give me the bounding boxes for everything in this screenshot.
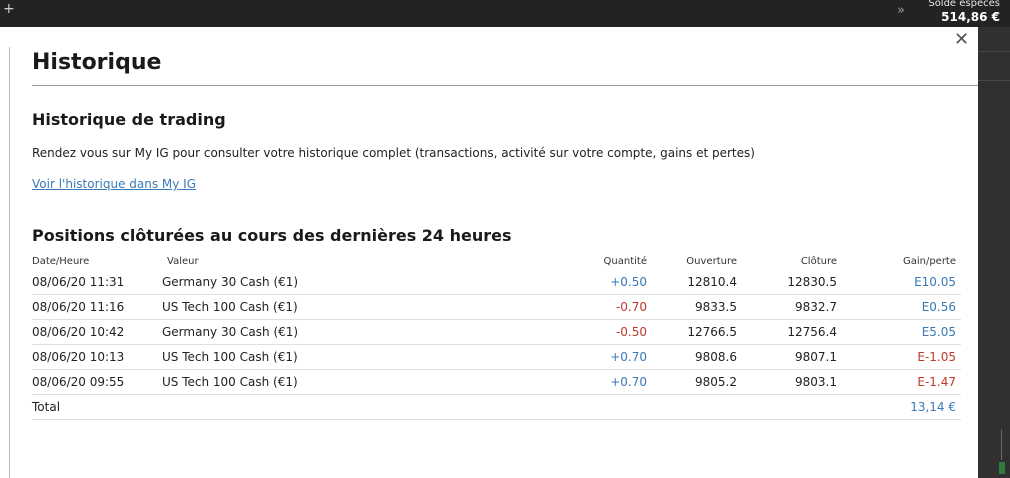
column-header-gain: Gain/perte (902, 256, 956, 267)
row-gain: E5.05 (921, 325, 956, 339)
row-close-price: 9832.7 (795, 300, 837, 314)
table-header: Date/Heure Valeur Quantité Ouverture Clô… (32, 253, 961, 270)
add-tab-icon[interactable]: + (3, 1, 15, 17)
row-open-price: 12810.4 (687, 275, 737, 289)
top-bar: + » Solde espèces 514,86 € (0, 0, 1010, 27)
table-row: 08/06/20 10:42 Germany 30 Cash (€1) -0.5… (32, 320, 961, 345)
row-close-price: 9803.1 (795, 375, 837, 389)
row-date: 08/06/20 10:13 (32, 350, 125, 364)
total-label: Total (32, 400, 61, 414)
row-open-price: 9808.6 (695, 350, 737, 364)
close-icon[interactable]: ✕ (954, 30, 969, 50)
trading-history-heading: Historique de trading (32, 110, 226, 129)
closed-positions-heading: Positions clôturées au cours des dernièr… (32, 226, 512, 245)
row-quantity: +0.50 (610, 275, 647, 289)
column-header-value: Valeur (167, 256, 199, 267)
cash-balance-value: 514,86 € (941, 10, 1000, 24)
row-instrument: US Tech 100 Cash (€1) (162, 300, 298, 314)
row-gain: E10.05 (914, 275, 956, 289)
double-chevron-right-icon[interactable]: » (897, 4, 905, 18)
row-quantity: -0.50 (615, 325, 647, 339)
view-history-link[interactable]: Voir l'historique dans My IG (32, 177, 196, 192)
background-divider (978, 51, 1010, 52)
row-gain: E-1.05 (917, 350, 956, 364)
background-chart-candle (999, 462, 1005, 474)
row-open-price: 12766.5 (687, 325, 737, 339)
closed-positions-table: Date/Heure Valeur Quantité Ouverture Clô… (32, 253, 961, 420)
column-header-open: Ouverture (686, 256, 737, 267)
column-header-date: Date/Heure (32, 256, 90, 267)
row-close-price: 12830.5 (787, 275, 837, 289)
row-date: 08/06/20 11:16 (32, 300, 125, 314)
row-quantity: +0.70 (610, 375, 647, 389)
table-total-row: Total 13,14 € (32, 395, 961, 420)
background-workspace (978, 27, 1010, 478)
background-divider (978, 80, 1010, 81)
table-row: 08/06/20 11:31 Germany 30 Cash (€1) +0.5… (32, 270, 961, 295)
cash-balance-label: Solde espèces (928, 0, 1000, 9)
row-quantity: +0.70 (610, 350, 647, 364)
title-divider (32, 85, 978, 86)
row-close-price: 9807.1 (795, 350, 837, 364)
row-quantity: -0.70 (615, 300, 647, 314)
row-date: 08/06/20 11:31 (32, 275, 125, 289)
row-gain: E-1.47 (917, 375, 956, 389)
total-value: 13,14 € (910, 400, 956, 414)
row-instrument: US Tech 100 Cash (€1) (162, 375, 298, 389)
page-title: Historique (32, 50, 162, 75)
trading-history-description: Rendez vous sur My IG pour consulter vot… (32, 146, 755, 160)
row-gain: E0.56 (921, 300, 956, 314)
table-row: 08/06/20 09:55 US Tech 100 Cash (€1) +0.… (32, 370, 961, 395)
table-row: 08/06/20 10:13 US Tech 100 Cash (€1) +0.… (32, 345, 961, 370)
row-close-price: 12756.4 (787, 325, 837, 339)
row-date: 08/06/20 09:55 (32, 375, 125, 389)
column-header-quantity: Quantité (603, 256, 647, 267)
row-instrument: Germany 30 Cash (€1) (162, 325, 299, 339)
row-instrument: Germany 30 Cash (€1) (162, 275, 299, 289)
column-header-close: Clôture (800, 256, 837, 267)
row-open-price: 9805.2 (695, 375, 737, 389)
row-date: 08/06/20 10:42 (32, 325, 125, 339)
panel-left-border (9, 47, 10, 478)
row-open-price: 9833.5 (695, 300, 737, 314)
table-row: 08/06/20 11:16 US Tech 100 Cash (€1) -0.… (32, 295, 961, 320)
background-chart-wick (1001, 430, 1002, 460)
history-modal: ✕ Historique Historique de trading Rende… (0, 27, 978, 478)
row-instrument: US Tech 100 Cash (€1) (162, 350, 298, 364)
